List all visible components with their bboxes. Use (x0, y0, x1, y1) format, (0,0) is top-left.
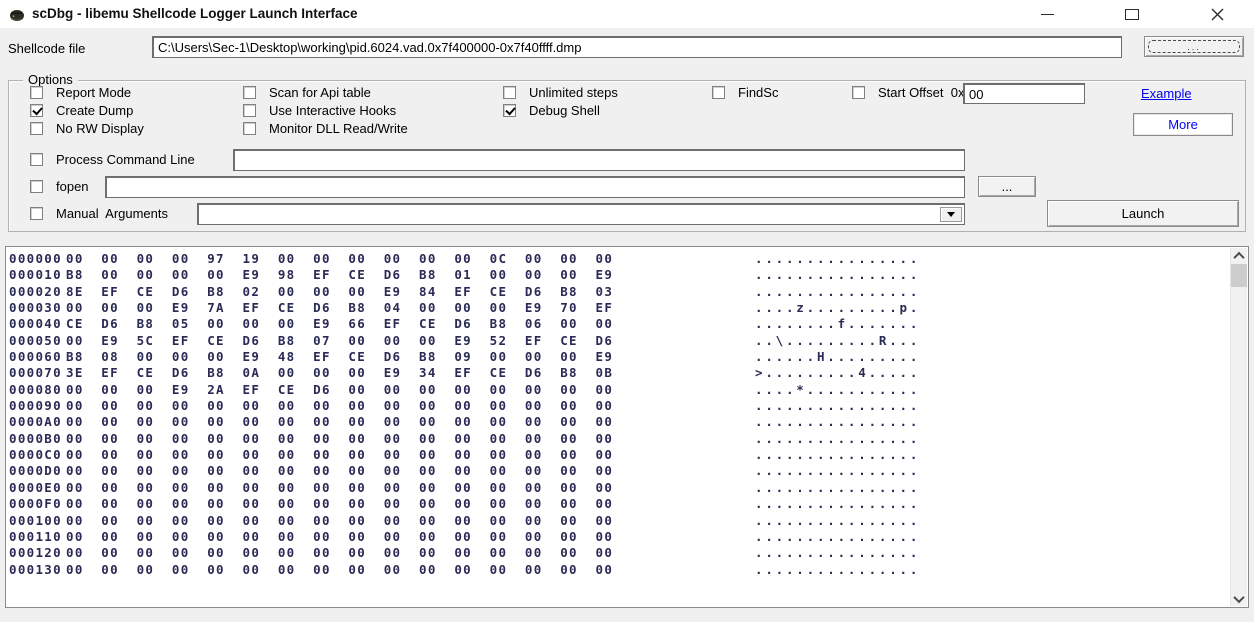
minimize-button[interactable] (1032, 0, 1062, 28)
hex-row: 0000208E EF CE D6 B8 02 00 00 00 E9 84 E… (6, 284, 1230, 300)
checkbox-create-dump[interactable] (30, 104, 43, 117)
checkbox-findsc[interactable] (712, 86, 725, 99)
hex-row: 00012000 00 00 00 00 00 00 00 00 00 00 0… (6, 545, 1230, 561)
hex-row: 000040CE D6 B8 05 00 00 00 E9 66 EF CE D… (6, 316, 1230, 332)
checkbox-scan-api-table[interactable] (243, 86, 256, 99)
checkbox-debug-shell[interactable] (503, 104, 516, 117)
label-findsc: FindSc (738, 85, 778, 100)
hex-row: 0000E000 00 00 00 00 00 00 00 00 00 00 0… (6, 480, 1230, 496)
checkbox-fopen[interactable] (30, 180, 43, 193)
minimize-icon (1041, 14, 1054, 15)
hex-row: 00009000 00 00 00 00 00 00 00 00 00 00 0… (6, 398, 1230, 414)
hex-row: 0000C000 00 00 00 00 00 00 00 00 00 00 0… (6, 447, 1230, 463)
start-offset-input[interactable] (963, 83, 1085, 104)
shellcode-file-input[interactable] (152, 36, 1122, 58)
label-report-mode: Report Mode (56, 85, 131, 100)
title-bar: scDbg - libemu Shellcode Logger Launch I… (0, 0, 1254, 28)
chevron-down-icon (947, 212, 955, 217)
maximize-icon (1125, 9, 1139, 20)
hex-row: 00013000 00 00 00 00 00 00 00 00 00 00 0… (6, 562, 1230, 578)
hex-row: 0000703E EF CE D6 B8 0A 00 00 00 E9 34 E… (6, 365, 1230, 381)
shellcode-file-label: Shellcode file (8, 41, 85, 56)
example-link[interactable]: Example (1141, 86, 1192, 101)
app-window: scDbg - libemu Shellcode Logger Launch I… (0, 0, 1254, 622)
close-button[interactable] (1202, 0, 1232, 28)
label-start-offset: Start Offset 0x (878, 85, 964, 100)
checkbox-no-rw-display[interactable] (30, 122, 43, 135)
scrollbar-thumb[interactable] (1231, 264, 1247, 287)
browse-ellipsis-label: ... (1148, 40, 1240, 53)
label-process-command-line: Process Command Line (56, 152, 195, 167)
label-unlimited-steps: Unlimited steps (529, 85, 618, 100)
vertical-scrollbar[interactable] (1230, 248, 1247, 606)
chevron-up-icon (1233, 251, 1244, 262)
more-button[interactable]: More (1133, 113, 1233, 136)
chevron-down-icon (1233, 591, 1244, 602)
checkbox-interactive-hooks[interactable] (243, 104, 256, 117)
label-interactive-hooks: Use Interactive Hooks (269, 103, 396, 118)
hex-row: 00011000 00 00 00 00 00 00 00 00 00 00 0… (6, 529, 1230, 545)
manual-arguments-combobox[interactable] (197, 203, 965, 225)
process-command-line-input[interactable] (233, 149, 965, 171)
hex-row: 00003000 00 00 E9 7A EF CE D6 B8 04 00 0… (6, 300, 1230, 316)
shellcode-browse-button[interactable]: ... (1144, 36, 1244, 57)
hex-row: 0000B000 00 00 00 00 00 00 00 00 00 00 0… (6, 431, 1230, 447)
label-debug-shell: Debug Shell (529, 103, 600, 118)
hex-row: 0000D000 00 00 00 00 00 00 00 00 00 00 0… (6, 463, 1230, 479)
close-icon (1211, 8, 1224, 21)
hex-row: 0000A000 00 00 00 00 00 00 00 00 00 00 0… (6, 414, 1230, 430)
hexdump-rows: 00000000 00 00 00 97 19 00 00 00 00 00 0… (6, 251, 1230, 578)
label-create-dump: Create Dump (56, 103, 133, 118)
fopen-browse-button[interactable]: ... (978, 176, 1036, 197)
label-no-rw-display: No RW Display (56, 121, 144, 136)
label-monitor-dll: Monitor DLL Read/Write (269, 121, 408, 136)
checkbox-manual-arguments[interactable] (30, 207, 43, 220)
checkbox-report-mode[interactable] (30, 86, 43, 99)
fopen-input[interactable] (105, 176, 965, 198)
label-fopen: fopen (56, 179, 89, 194)
window-title: scDbg - libemu Shellcode Logger Launch I… (32, 6, 358, 21)
maximize-button[interactable] (1117, 0, 1147, 28)
label-scan-api-table: Scan for Api table (269, 85, 371, 100)
app-icon (9, 6, 25, 22)
label-manual-arguments: Manual Arguments (56, 206, 168, 221)
checkbox-process-command-line[interactable] (30, 153, 43, 166)
hex-row: 00000000 00 00 00 97 19 00 00 00 00 00 0… (6, 251, 1230, 267)
launch-button[interactable]: Launch (1047, 200, 1239, 227)
hex-row: 000060B8 08 00 00 00 E9 48 EF CE D6 B8 0… (6, 349, 1230, 365)
combo-dropdown-button[interactable] (940, 207, 962, 222)
checkbox-unlimited-steps[interactable] (503, 86, 516, 99)
hex-row: 000010B8 00 00 00 00 E9 98 EF CE D6 B8 0… (6, 267, 1230, 283)
hex-row: 00005000 E9 5C EF CE D6 B8 07 00 00 00 E… (6, 333, 1230, 349)
checkbox-monitor-dll[interactable] (243, 122, 256, 135)
scroll-up-button[interactable] (1231, 248, 1247, 263)
hex-row: 00010000 00 00 00 00 00 00 00 00 00 00 0… (6, 513, 1230, 529)
checkbox-start-offset[interactable] (852, 86, 865, 99)
hex-row: 00008000 00 00 E9 2A EF CE D6 00 00 00 0… (6, 382, 1230, 398)
hexdump-panel[interactable]: 00000000 00 00 00 97 19 00 00 00 00 00 0… (5, 246, 1249, 608)
hex-row: 0000F000 00 00 00 00 00 00 00 00 00 00 0… (6, 496, 1230, 512)
scroll-down-button[interactable] (1231, 591, 1247, 606)
